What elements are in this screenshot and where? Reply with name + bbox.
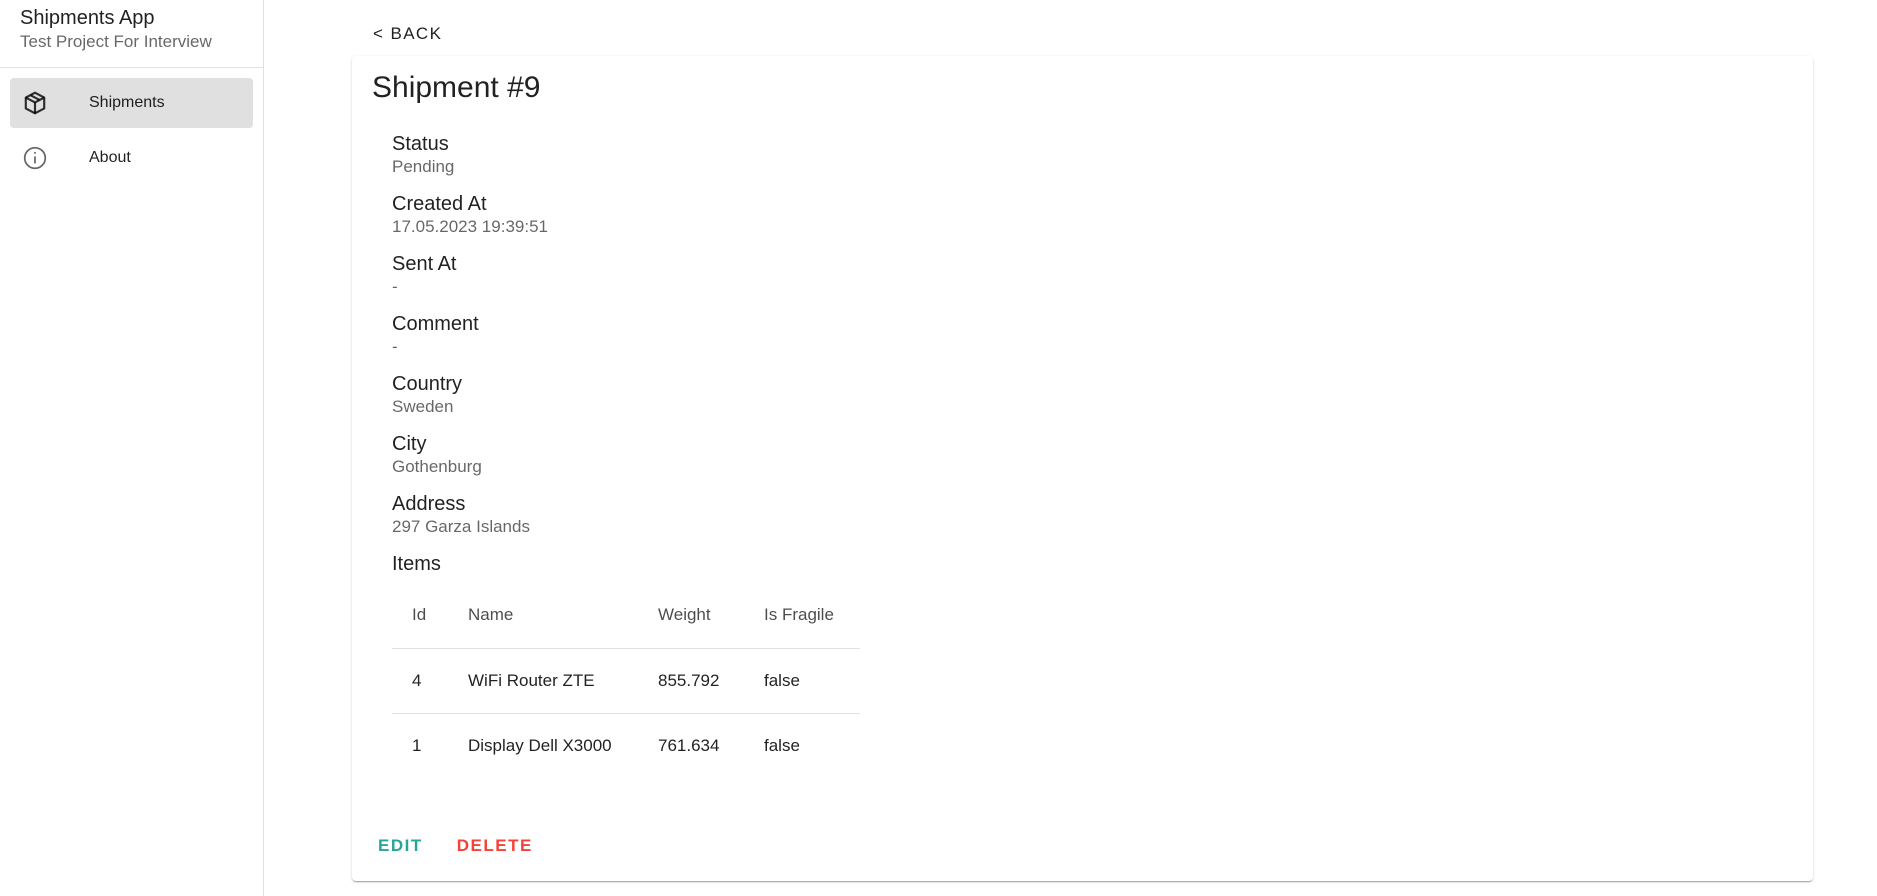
cell-name: Display Dell X3000: [468, 735, 612, 755]
field-label: Comment: [392, 313, 479, 335]
field-label: Sent At: [392, 253, 457, 275]
field-value: -: [392, 277, 398, 296]
field-label: City: [392, 433, 427, 455]
cell-id: 1: [412, 735, 422, 755]
shipment-details: Status Pending Created At 17.05.2023 19:…: [392, 132, 548, 552]
sidebar-nav: Shipments About: [0, 68, 263, 183]
field-value: -: [392, 337, 398, 356]
sidebar-item-label: Shipments: [89, 94, 165, 111]
column-header-is-fragile: Is Fragile: [764, 583, 860, 649]
card-actions: EDIT DELETE: [372, 828, 539, 864]
app-subtitle: Test Project For Interview: [20, 32, 212, 51]
column-header-weight: Weight: [658, 583, 764, 649]
field-created-at: Created At 17.05.2023 19:39:51: [392, 192, 548, 252]
shipment-card: Shipment #9 Status Pending Created At 17…: [352, 56, 1813, 881]
field-sent-at: Sent At -: [392, 252, 548, 312]
items-label: Items: [392, 553, 441, 575]
edit-button[interactable]: EDIT: [372, 828, 429, 864]
column-header-id: Id: [392, 583, 468, 649]
table-header-row: Id Name Weight Is Fragile: [392, 583, 860, 649]
field-label: Country: [392, 373, 463, 395]
field-value: Sweden: [392, 397, 454, 416]
box-icon: [21, 89, 49, 117]
cell-is-fragile: false: [764, 735, 800, 755]
field-value: 297 Garza Islands: [392, 517, 530, 536]
cell-id: 4: [392, 648, 468, 714]
cell-name: WiFi Router ZTE: [468, 648, 658, 714]
delete-button[interactable]: DELETE: [451, 828, 539, 864]
sidebar: Shipments App Test Project For Interview…: [0, 0, 264, 896]
cell-is-fragile: false: [764, 648, 860, 714]
field-label: Status: [392, 133, 449, 155]
field-label: Address: [392, 493, 466, 515]
sidebar-item-label: About: [89, 149, 131, 166]
field-value: Pending: [392, 157, 455, 176]
field-comment: Comment -: [392, 312, 548, 372]
cell-weight: 761.634: [658, 735, 720, 755]
field-country: Country Sweden: [392, 372, 548, 432]
page-title: Shipment #9: [372, 71, 541, 104]
sidebar-item-shipments[interactable]: Shipments: [10, 78, 253, 128]
app-header: Shipments App Test Project For Interview: [0, 0, 263, 68]
table-row: 4 WiFi Router ZTE 855.792 false: [392, 648, 860, 714]
sidebar-item-about[interactable]: About: [10, 133, 253, 183]
items-table: Id Name Weight Is Fragile 4 WiFi Router …: [392, 583, 860, 778]
column-header-name: Name: [468, 583, 658, 649]
field-label: Created At: [392, 193, 487, 215]
info-icon: [21, 144, 49, 172]
back-button[interactable]: < BACK: [365, 18, 450, 50]
cell-weight: 855.792: [658, 648, 764, 714]
field-status: Status Pending: [392, 132, 548, 192]
app-title: Shipments App: [20, 7, 155, 29]
field-value: 17.05.2023 19:39:51: [392, 217, 548, 236]
table-row: 1 Display Dell X3000 761.634 false: [392, 713, 860, 778]
field-value: Gothenburg: [392, 457, 482, 476]
field-city: City Gothenburg: [392, 432, 548, 492]
field-address: Address 297 Garza Islands: [392, 492, 548, 552]
